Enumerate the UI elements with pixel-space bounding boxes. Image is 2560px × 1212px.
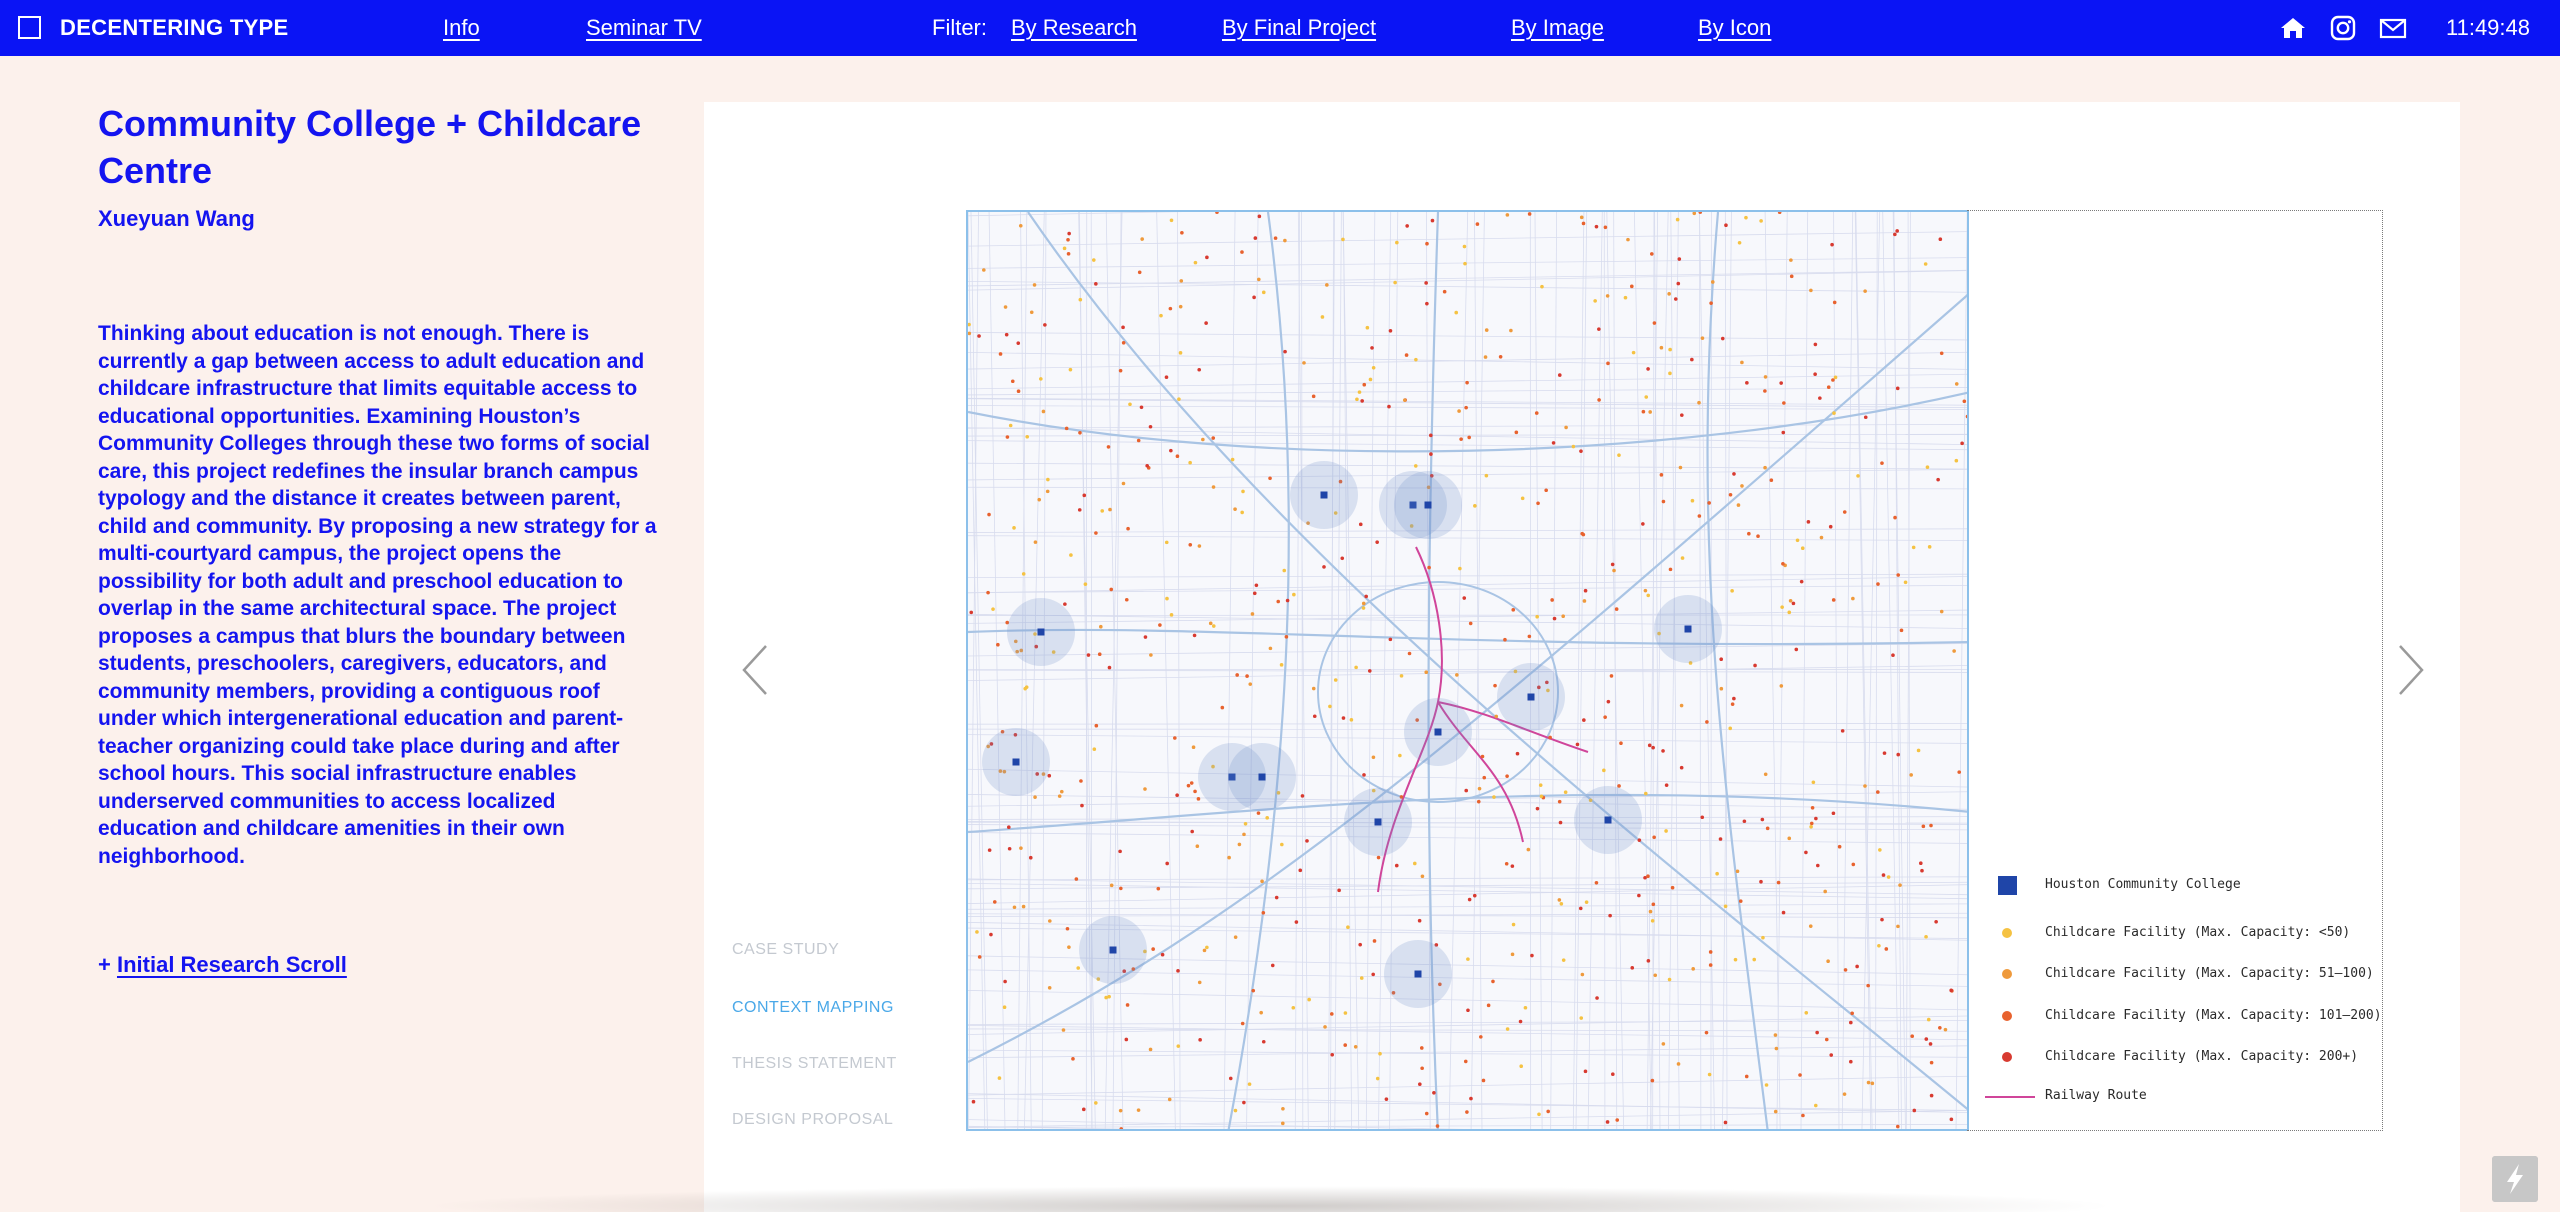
chevron-right-icon[interactable]	[2390, 640, 2430, 700]
top-bar: DECENTERING TYPE Info Seminar TV Filter:…	[0, 0, 2560, 56]
research-link-row: + Initial Research Scroll	[98, 952, 347, 978]
legend-small-swatch	[2002, 928, 2012, 938]
houston-map-graphic	[968, 212, 1967, 1129]
menu-checkbox[interactable]	[18, 16, 41, 39]
legend-college-label: Houston Community College	[2045, 877, 2241, 892]
home-icon[interactable]	[2278, 14, 2308, 42]
legend-large-label: Childcare Facility (Max. Capacity: 101–2…	[2045, 1008, 2382, 1023]
legend-railway-swatch	[1985, 1096, 2035, 1098]
research-link-prefix: +	[98, 952, 111, 977]
project-description: Thinking about education is not enough. …	[98, 322, 657, 868]
initial-research-scroll-link[interactable]: Initial Research Scroll	[117, 952, 347, 977]
instagram-icon[interactable]	[2328, 14, 2358, 42]
section-design-proposal[interactable]: DESIGN PROPOSAL	[732, 1111, 893, 1129]
section-thesis-statement[interactable]: THESIS STATEMENT	[732, 1055, 897, 1073]
map-legend	[1967, 210, 2383, 1131]
legend-medium-label: Childcare Facility (Max. Capacity: 51–10…	[2045, 966, 2374, 981]
clock: 11:49:48	[2446, 15, 2531, 40]
legend-college-swatch	[1998, 876, 2017, 895]
chevron-left-icon[interactable]	[736, 640, 776, 700]
nav-seminar-tv-link[interactable]: Seminar TV	[586, 14, 702, 42]
filter-by-image-link[interactable]: By Image	[1511, 14, 1604, 42]
filter-by-icon-link[interactable]: By Icon	[1698, 14, 1771, 42]
site-title[interactable]: DECENTERING TYPE	[60, 14, 289, 42]
lightning-icon[interactable]	[2492, 1156, 2538, 1202]
filter-by-final-project-link[interactable]: By Final Project	[1222, 14, 1376, 42]
legend-large-swatch	[2002, 1011, 2012, 1021]
legend-medium-swatch	[2002, 969, 2012, 979]
legend-xlarge-label: Childcare Facility (Max. Capacity: 200+)	[2045, 1049, 2359, 1064]
project-title: Community College + Childcare Centre	[98, 103, 642, 191]
legend-railway-label: Railway Route	[2045, 1088, 2147, 1103]
mail-icon[interactable]	[2378, 14, 2408, 42]
filter-by-research-link[interactable]: By Research	[1011, 14, 1137, 42]
legend-small-label: Childcare Facility (Max. Capacity: <50)	[2045, 925, 2351, 940]
section-case-study[interactable]: CASE STUDY	[732, 941, 839, 959]
nav-info-link[interactable]: Info	[443, 14, 480, 42]
section-context-mapping[interactable]: CONTEXT MAPPING	[732, 999, 894, 1017]
project-author[interactable]: Xueyuan Wang	[98, 206, 255, 232]
context-map	[966, 210, 1969, 1131]
filter-label: Filter:	[932, 15, 987, 40]
legend-xlarge-swatch	[2002, 1052, 2012, 1062]
